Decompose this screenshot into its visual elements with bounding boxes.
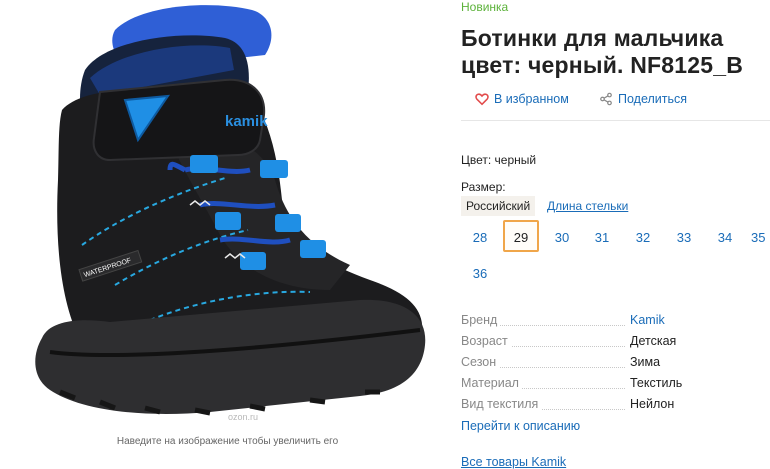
property-value: Зима bbox=[630, 355, 661, 369]
watermark: ozon.ru bbox=[228, 412, 259, 422]
property-key: Возраст bbox=[461, 334, 511, 348]
property-key: Вид текстиля bbox=[461, 397, 542, 411]
boot-brand-logo: kamik bbox=[225, 113, 268, 130]
property-value: Детская bbox=[630, 334, 677, 348]
property-row: Возраст Детская bbox=[461, 334, 770, 355]
size-option[interactable]: 31 bbox=[584, 222, 620, 254]
divider bbox=[461, 120, 770, 121]
property-key: Материал bbox=[461, 376, 522, 390]
share-icon bbox=[600, 92, 612, 106]
property-key: Сезон bbox=[461, 355, 500, 369]
size-option-selected[interactable]: 29 bbox=[503, 220, 539, 252]
all-brand-products-link[interactable]: Все товары Kamik bbox=[461, 455, 566, 469]
title-line-2: цвет: черный. NF8125_B bbox=[461, 52, 744, 78]
size-option[interactable]: 33 bbox=[666, 222, 702, 254]
property-key: Бренд bbox=[461, 313, 501, 327]
product-title: Ботинки для мальчика цвет: черный. NF812… bbox=[461, 25, 770, 79]
size-option[interactable]: 35 bbox=[748, 222, 770, 254]
tab-russian-size[interactable]: Российский bbox=[461, 196, 536, 216]
brand-link[interactable]: Kamik bbox=[630, 313, 665, 327]
tab-insole-length[interactable]: Длина стельки bbox=[542, 196, 633, 216]
product-info-panel: Новинка Ботинки для мальчика цвет: черны… bbox=[461, 0, 770, 469]
properties-list: Бренд Kamik Возраст Детская Сезон Зима М… bbox=[461, 313, 770, 418]
title-line-1: Ботинки для мальчика bbox=[461, 25, 724, 51]
property-row: Материал Текстиль bbox=[461, 376, 770, 397]
size-option[interactable]: 32 bbox=[625, 222, 661, 254]
size-option[interactable]: 28 bbox=[462, 222, 498, 254]
size-option[interactable]: 34 bbox=[707, 222, 743, 254]
property-row: Бренд Kamik bbox=[461, 313, 770, 334]
property-value: Текстиль bbox=[630, 376, 683, 390]
size-label: Размер: bbox=[461, 180, 506, 194]
size-options: 28 29 30 31 32 33 34 35 36 bbox=[461, 220, 770, 281]
heart-icon bbox=[475, 93, 489, 106]
product-image[interactable]: kamik WATERPROOF bbox=[20, 0, 430, 425]
share-button[interactable]: Поделиться bbox=[599, 92, 687, 106]
new-badge: Новинка bbox=[461, 0, 509, 14]
property-value: Нейлон bbox=[630, 397, 675, 411]
zoom-hint: Наведите на изображение чтобы увеличить … bbox=[116, 436, 339, 447]
property-row: Вид текстиля Нейлон bbox=[461, 397, 770, 418]
favorite-label: В избранном bbox=[494, 92, 569, 106]
size-option[interactable]: 36 bbox=[462, 258, 498, 290]
share-label: Поделиться bbox=[618, 92, 688, 106]
product-gallery: kamik WATERPROOF ozon.ru Наведите на изо… bbox=[0, 0, 440, 465]
property-row: Сезон Зима bbox=[461, 355, 770, 376]
favorite-button[interactable]: В избранном bbox=[475, 92, 569, 106]
size-option[interactable]: 30 bbox=[544, 222, 580, 254]
go-to-description-link[interactable]: Перейти к описанию bbox=[461, 419, 580, 433]
color-info: Цвет: черный bbox=[461, 153, 537, 167]
